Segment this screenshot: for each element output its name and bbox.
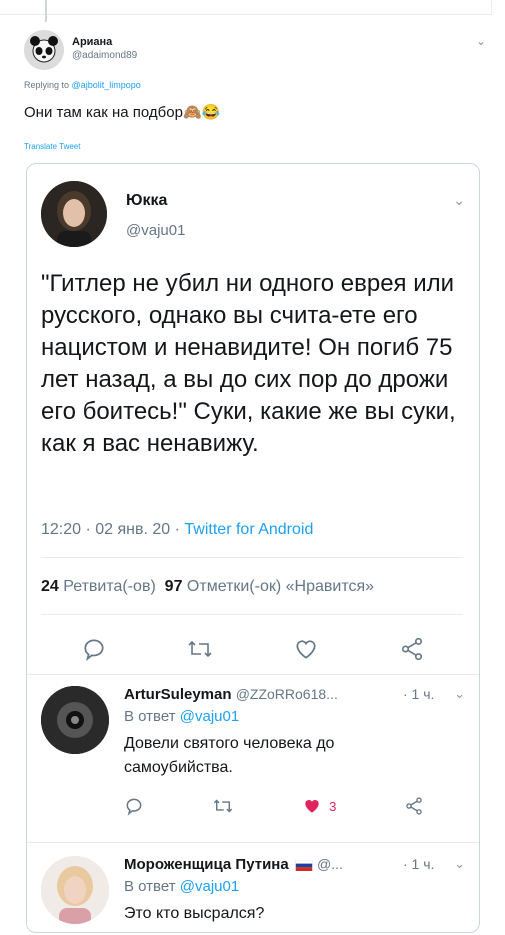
- reply-time[interactable]: · 1 ч.: [403, 856, 434, 872]
- reply-label: В ответ: [124, 708, 176, 725]
- reply-actions: 3: [124, 796, 424, 816]
- reply-to: В ответ @vaju01: [124, 708, 239, 725]
- reply-time[interactable]: · 1 ч.: [403, 686, 434, 702]
- avatar[interactable]: [24, 30, 64, 70]
- reply-to: В ответ @vaju01: [124, 878, 239, 895]
- avatar[interactable]: [41, 686, 109, 754]
- timestamp[interactable]: 12:20 · 02 янв. 20 ·: [41, 521, 184, 538]
- thread-line: [45, 0, 47, 22]
- reply-label: В ответ: [124, 878, 176, 895]
- heart-icon: [305, 800, 319, 813]
- reply-button[interactable]: [124, 796, 144, 816]
- reply-text: Довели святого человека до самоубийства.: [124, 735, 335, 776]
- retweet-button[interactable]: [212, 796, 234, 816]
- avatar[interactable]: [41, 181, 107, 247]
- author-handle[interactable]: @ZZoRRo618...: [236, 686, 338, 702]
- retweets-count[interactable]: 24: [41, 578, 59, 595]
- divider: [27, 842, 479, 843]
- heart-icon: [296, 640, 316, 659]
- author-handle[interactable]: @vaju01: [126, 222, 185, 239]
- retweet-button[interactable]: [185, 634, 215, 664]
- share-button[interactable]: [404, 796, 424, 816]
- share-button[interactable]: [397, 634, 427, 664]
- tweet-timestamp: 12:20 · 02 янв. 20 · Twitter for Android: [41, 521, 313, 539]
- author-handle[interactable]: @adaimond89: [72, 50, 137, 61]
- reply-to-link[interactable]: @vaju01: [180, 708, 239, 725]
- tweet-text: "Гитлер не убил ни одного еврея или русс…: [41, 270, 456, 457]
- likes-label[interactable]: Отметки(-ок) «Нравится»: [187, 578, 374, 595]
- reply-button[interactable]: [79, 634, 109, 664]
- reply-to-link[interactable]: @vaju01: [180, 878, 239, 895]
- tweet-stats: 24 Ретвита(-ов) 97 Отметки(-ок) «Нравитс…: [41, 578, 374, 596]
- replying-label: Replying to: [24, 80, 70, 90]
- likes-count[interactable]: 97: [165, 578, 183, 595]
- tweet-actions: [41, 634, 465, 664]
- share-icon: [401, 637, 423, 661]
- replying-to: Replying to @ajbolit_limpopo: [24, 80, 141, 90]
- share-icon: [406, 797, 422, 815]
- reply-text: Это кто высрался?: [124, 905, 265, 922]
- like-count: 3: [329, 798, 337, 814]
- chevron-down-icon[interactable]: ⌄: [476, 34, 486, 48]
- chevron-down-icon[interactable]: ⌄: [454, 686, 465, 702]
- like-button[interactable]: [291, 634, 321, 664]
- tweet-text: Они там как на подбор🙈😂: [24, 104, 221, 121]
- russia-flag-icon: [295, 859, 313, 871]
- reply-author[interactable]: ArturSuleyman @ZZoRRo618...: [124, 686, 338, 703]
- chevron-down-icon[interactable]: ⌄: [454, 856, 465, 872]
- source-link[interactable]: Twitter for Android: [184, 521, 313, 538]
- author-name[interactable]: Мороженщица Путина: [124, 856, 289, 873]
- retweets-label[interactable]: Ретвита(-ов): [63, 578, 156, 595]
- previous-tweet-frame: [0, 0, 492, 15]
- author-name[interactable]: Ариана: [72, 36, 112, 48]
- retweet-icon: [213, 799, 232, 813]
- reply-icon: [84, 639, 104, 662]
- like-button[interactable]: 3: [301, 796, 336, 816]
- reply-author[interactable]: Мороженщица Путина @...: [124, 856, 343, 873]
- author-name[interactable]: Юкка: [126, 192, 167, 210]
- divider: [41, 614, 463, 615]
- divider: [27, 674, 479, 675]
- avatar[interactable]: [41, 856, 109, 924]
- reply-icon: [126, 798, 142, 816]
- divider: [41, 557, 463, 558]
- replying-to-link[interactable]: @ajbolit_limpopo: [72, 80, 141, 90]
- retweet-icon: [188, 640, 212, 658]
- author-handle[interactable]: @...: [317, 856, 343, 872]
- author-name[interactable]: ArturSuleyman: [124, 686, 232, 703]
- quoted-tweet-card[interactable]: Юкка @vaju01 ⌄ "Гитлер не убил ни одного…: [26, 163, 480, 933]
- chevron-down-icon[interactable]: ⌄: [453, 192, 465, 209]
- translate-tweet-link[interactable]: Translate Tweet: [24, 142, 80, 151]
